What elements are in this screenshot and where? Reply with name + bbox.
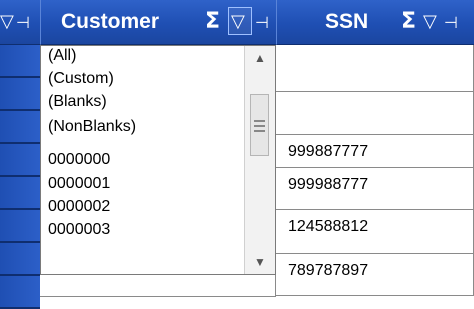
row-selector[interactable]	[0, 45, 40, 78]
filter-dropdown[interactable]: (All) (Custom) (Blanks) (NonBlanks) 0000…	[40, 45, 276, 275]
customer-header-label: Customer	[61, 10, 160, 33]
ssn-value: 789787897	[288, 262, 369, 279]
filter-icon[interactable]: ▽	[423, 11, 437, 32]
ssn-cell[interactable]: 999988777	[276, 168, 474, 210]
ssn-cell[interactable]: 999887777	[276, 135, 474, 168]
row-selector[interactable]	[0, 78, 40, 111]
grip-line	[254, 130, 265, 132]
filter-option[interactable]: 0000002	[48, 198, 110, 216]
customer-cell[interactable]	[40, 275, 276, 297]
header-cell-left: ▽ ⊣	[0, 0, 40, 45]
pin-icon[interactable]: ⊣	[444, 13, 458, 32]
filter-icon[interactable]: ▽	[231, 11, 245, 32]
row-selector[interactable]	[0, 144, 40, 177]
grip-line	[254, 125, 265, 127]
ssn-cell[interactable]: 789787897	[276, 254, 474, 296]
filter-option[interactable]: 0000001	[48, 175, 110, 193]
ssn-value: 124588812	[288, 218, 369, 235]
row-selector[interactable]	[0, 111, 40, 144]
ssn-value: 999887777	[288, 143, 369, 160]
pin-icon[interactable]: ⊣	[16, 13, 30, 32]
filter-option[interactable]: (NonBlanks)	[48, 118, 136, 136]
filter-icon[interactable]: ▽	[0, 11, 14, 32]
filter-option[interactable]: (Blanks)	[48, 93, 107, 111]
filter-option[interactable]: 0000000	[48, 151, 110, 169]
data-grid: ▽ ⊣ Customer Σ ▽ ⊣ SSN Σ ▽ ⊣ 999887777 9…	[0, 0, 474, 309]
scroll-up-icon[interactable]: ▲	[245, 46, 275, 70]
row-selector[interactable]	[0, 243, 40, 276]
row-selector[interactable]	[0, 177, 40, 210]
ssn-value: 999988777	[288, 176, 369, 193]
scroll-thumb[interactable]	[250, 94, 269, 156]
pin-icon[interactable]: ⊣	[255, 13, 269, 32]
ssn-cell[interactable]: 124588812	[276, 210, 474, 254]
filter-option[interactable]: (Custom)	[48, 70, 114, 88]
scroll-down-icon[interactable]: ▼	[245, 250, 275, 274]
customer-column-header[interactable]: Customer Σ ▽ ⊣	[40, 0, 277, 45]
ssn-cell[interactable]	[276, 45, 474, 92]
ssn-column-header[interactable]: SSN Σ ▽ ⊣	[276, 0, 474, 45]
filter-option[interactable]: (All)	[48, 47, 76, 65]
filter-options-list: (All) (Custom) (Blanks) (NonBlanks) 0000…	[41, 46, 246, 274]
row-selector[interactable]	[0, 210, 40, 243]
sigma-icon[interactable]: Σ	[205, 9, 220, 34]
filter-option[interactable]: 0000003	[48, 221, 110, 239]
dropdown-scrollbar[interactable]: ▲ ▼	[244, 46, 275, 274]
sigma-icon[interactable]: Σ	[401, 9, 416, 34]
ssn-header-label: SSN	[325, 10, 369, 33]
ssn-cell[interactable]	[276, 92, 474, 135]
grip-line	[254, 120, 265, 122]
row-selector[interactable]	[0, 276, 40, 309]
